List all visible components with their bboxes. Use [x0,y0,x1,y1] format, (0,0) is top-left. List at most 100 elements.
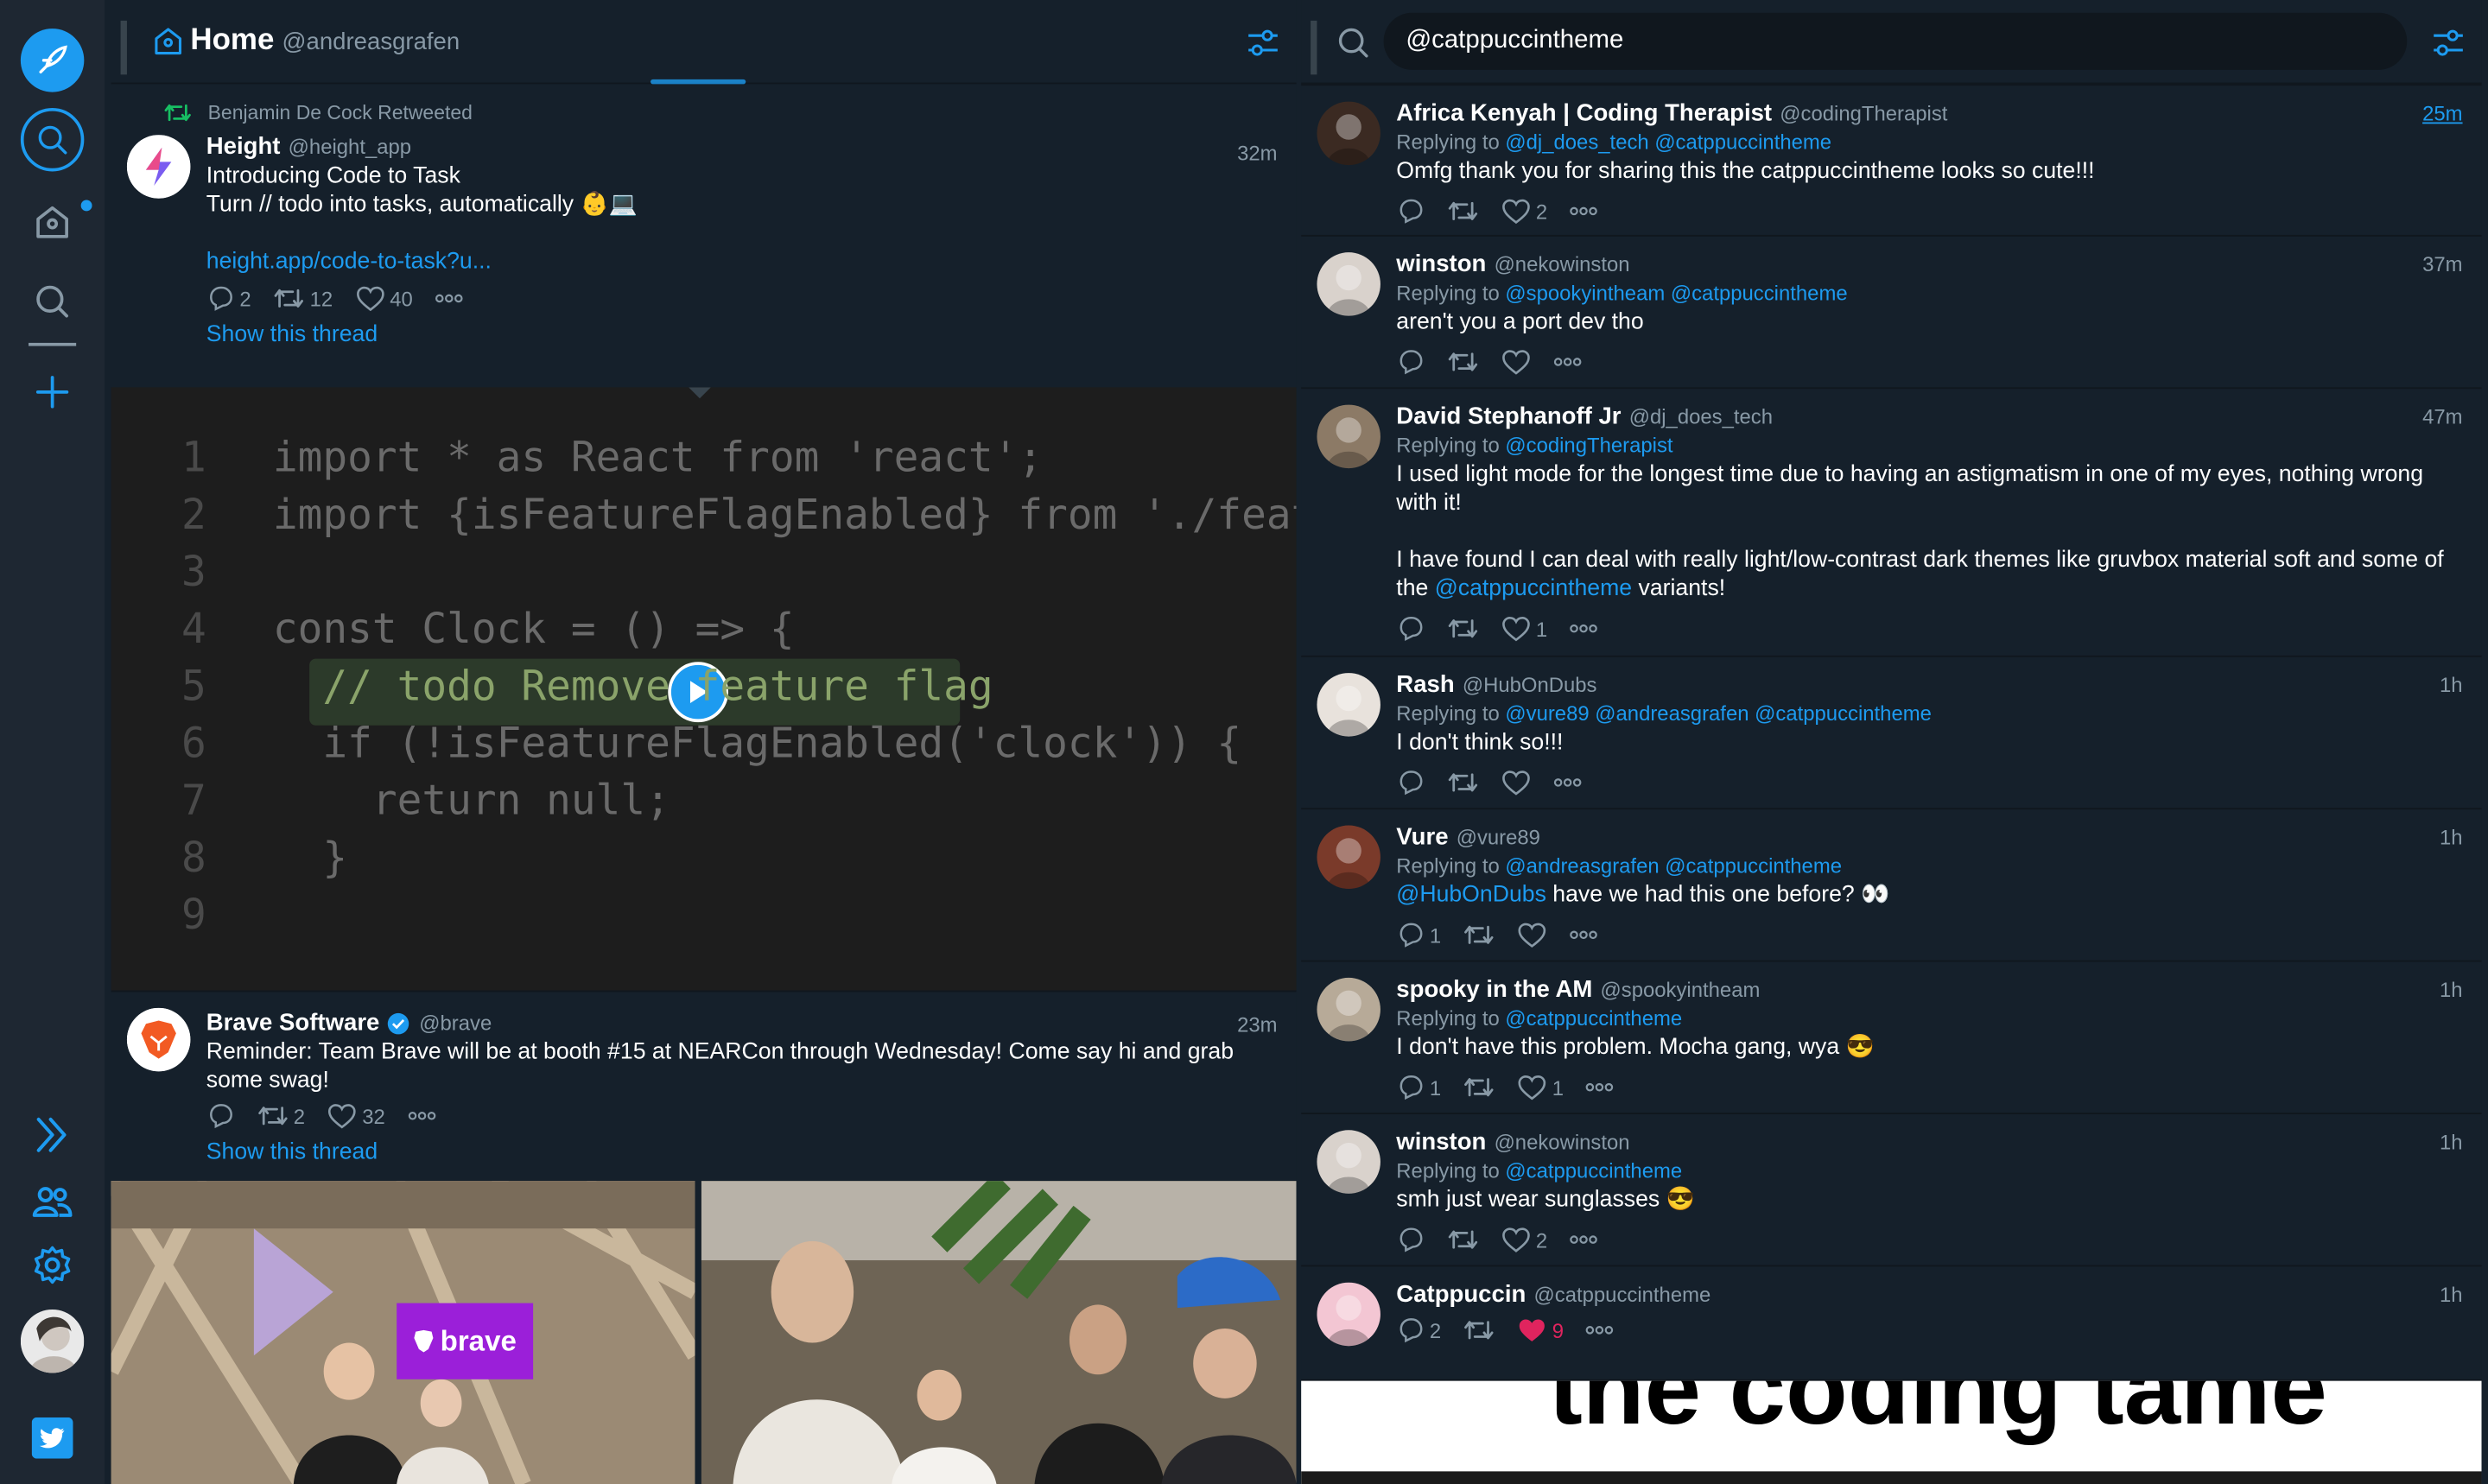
like-button[interactable] [1501,768,1532,796]
tweet-link[interactable]: height.app/code-to-task?u... [206,248,1280,276]
retweet-button[interactable] [1463,1073,1495,1101]
tweet-author-name[interactable]: Brave Software [206,1008,380,1038]
column-drag-handle[interactable] [1311,20,1317,75]
like-button[interactable]: 1 [1517,1073,1564,1101]
tweet-author-name[interactable]: Height [206,132,281,162]
tweet[interactable]: winston @nekowinston 37m Replying to @spook… [1301,237,2482,390]
tweet-mention[interactable]: @HubOnDubs [1396,883,1546,908]
reply-mentions[interactable]: @spookyintheam @catppuccintheme [1505,281,1847,305]
tweet-photo[interactable] [701,1181,1297,1484]
tweet-mention[interactable]: @catppuccintheme [1435,576,1632,601]
tweet-avatar[interactable] [1317,101,1380,166]
like-button[interactable] [1517,921,1547,949]
tweet-author-handle[interactable]: @spookyintheam [1601,974,1761,1005]
like-button[interactable] [1501,347,1532,376]
tweet-author-handle[interactable]: @nekowinston [1495,1127,1630,1157]
tweet-avatar[interactable] [1317,1282,1380,1347]
reply-button[interactable] [206,1101,235,1130]
reply-mentions[interactable]: @vure89 @andreasgrafen @catppuccintheme [1505,701,1931,726]
like-button[interactable]: 1 [1501,614,1547,643]
tweet-timestamp[interactable]: 23m [1237,1012,1277,1037]
search-button[interactable] [21,270,84,333]
retweet-button[interactable]: 2 [257,1101,305,1130]
tweet-author-handle[interactable]: @HubOnDubs [1463,669,1597,700]
tweet-author-handle[interactable]: @catppuccintheme [1534,1279,1711,1310]
tweet[interactable]: David Stephanoff Jr @dj_does_tech 47m Reply… [1301,389,2482,657]
more-button[interactable] [1553,777,1582,787]
tweet-author-name[interactable]: Africa Kenyah | Coding Therapist [1396,98,1772,129]
reply-button[interactable]: 1 [1396,921,1441,949]
retweet-button[interactable] [1447,197,1479,225]
add-column-button[interactable] [21,360,84,424]
retweet-button[interactable] [1463,921,1495,949]
tweet-avatar[interactable] [1317,252,1380,316]
home-column-button[interactable] [21,191,84,255]
reply-button[interactable]: 1 [1396,1073,1441,1101]
reply-mentions[interactable]: @codingTherapist [1505,434,1672,458]
tweet[interactable]: Brave Software @brave 23m Reminder: Team… [111,990,1297,1178]
tweet-avatar[interactable] [1317,977,1380,1042]
search-column-button[interactable] [20,107,85,172]
tweet-timestamp[interactable]: 37m [2422,252,2462,276]
tweet-author-name[interactable]: David Stephanoff Jr [1396,402,1621,432]
tweet-author-handle[interactable]: @vure89 [1457,822,1540,853]
tweet-author-name[interactable]: winston [1396,249,1486,279]
tweet-author-name[interactable]: Rash [1396,669,1454,700]
more-button[interactable] [1586,1082,1615,1092]
tweet-timestamp[interactable]: 1h [2440,978,2463,1002]
tweet-author-handle[interactable]: @brave [419,1008,492,1038]
search-input[interactable]: @catppuccintheme [1383,12,2408,70]
tweet-avatar[interactable] [1317,673,1380,737]
tweet-image[interactable]: the coding tame [1301,1380,2482,1484]
more-button[interactable] [1570,1235,1598,1245]
more-button[interactable] [1570,930,1598,940]
tweet[interactable]: Vure @vure89 1h Replying to @andreasgrafen … [1301,809,2482,962]
like-button[interactable]: 9 [1517,1316,1564,1344]
more-button[interactable] [407,1111,435,1120]
tweet[interactable]: Rash @HubOnDubs 1h Replying to @vure89 @and… [1301,657,2482,810]
reply-mentions[interactable]: @dj_does_tech @catppuccintheme [1505,130,1831,155]
tweet-author-handle[interactable]: @nekowinston [1495,249,1630,279]
more-button[interactable] [1570,206,1598,216]
like-button[interactable]: 2 [1501,197,1547,225]
more-button[interactable] [1586,1325,1615,1335]
show-thread-link[interactable]: Show this thread [206,1139,1280,1164]
tweet-timestamp[interactable]: 32m [1237,142,1277,166]
retweet-button[interactable] [1447,614,1479,643]
tweet-author-handle[interactable]: @dj_does_tech [1629,402,1773,432]
tweet-timestamp[interactable]: 47m [2422,405,2462,429]
reply-button[interactable] [1396,768,1425,796]
tweet-timestamp[interactable]: 1h [2440,826,2463,850]
reply-button[interactable] [1396,1226,1425,1254]
tweet-timestamp[interactable]: 1h [2440,1130,2463,1154]
like-button[interactable]: 2 [1501,1226,1547,1254]
tweet-author-handle[interactable]: @codingTherapist [1780,98,1947,129]
show-thread-link[interactable]: Show this thread [206,322,1280,347]
reply-button[interactable] [1396,614,1425,643]
tweet-author-name[interactable]: Vure [1396,822,1448,853]
tweet[interactable]: winston @nekowinston 1h Replying to @catppu… [1301,1114,2482,1267]
compose-button[interactable] [20,29,85,92]
tweet-avatar[interactable] [1317,825,1380,889]
tweet[interactable]: spooky in the AM @spookyintheam 1h Replying… [1301,962,2482,1114]
settings-button[interactable] [21,1233,84,1297]
tweet[interactable]: Africa Kenyah | Coding Therapist @codingT… [1301,84,2482,237]
like-button[interactable]: 40 [355,284,413,313]
tweet-timestamp[interactable]: 1h [2440,673,2463,697]
more-button[interactable] [1553,357,1582,366]
more-button[interactable] [1570,624,1598,633]
tweet-avatar[interactable] [126,135,191,199]
tweet-author-name[interactable]: Catppuccin [1396,1279,1526,1310]
reply-button[interactable]: 2 [1396,1316,1441,1344]
tweet-video[interactable]: 1 import * as React from 'react'; 2 import … [111,387,1297,991]
retweet-button[interactable] [1463,1316,1495,1344]
tweet[interactable]: Benjamin De Cock Retweeted Height @height… [111,84,1297,376]
reply-mentions[interactable]: @andreasgrafen @catppuccintheme [1505,854,1842,878]
retweet-button[interactable]: 12 [273,284,333,313]
expand-button[interactable] [21,1103,84,1167]
tweet-avatar[interactable] [1317,404,1380,469]
retweet-button[interactable] [1447,768,1479,796]
tweet-timestamp[interactable]: 1h [2440,1283,2463,1307]
tweet-author-handle[interactable]: @height_app [289,132,411,162]
accounts-button[interactable] [21,1170,84,1233]
